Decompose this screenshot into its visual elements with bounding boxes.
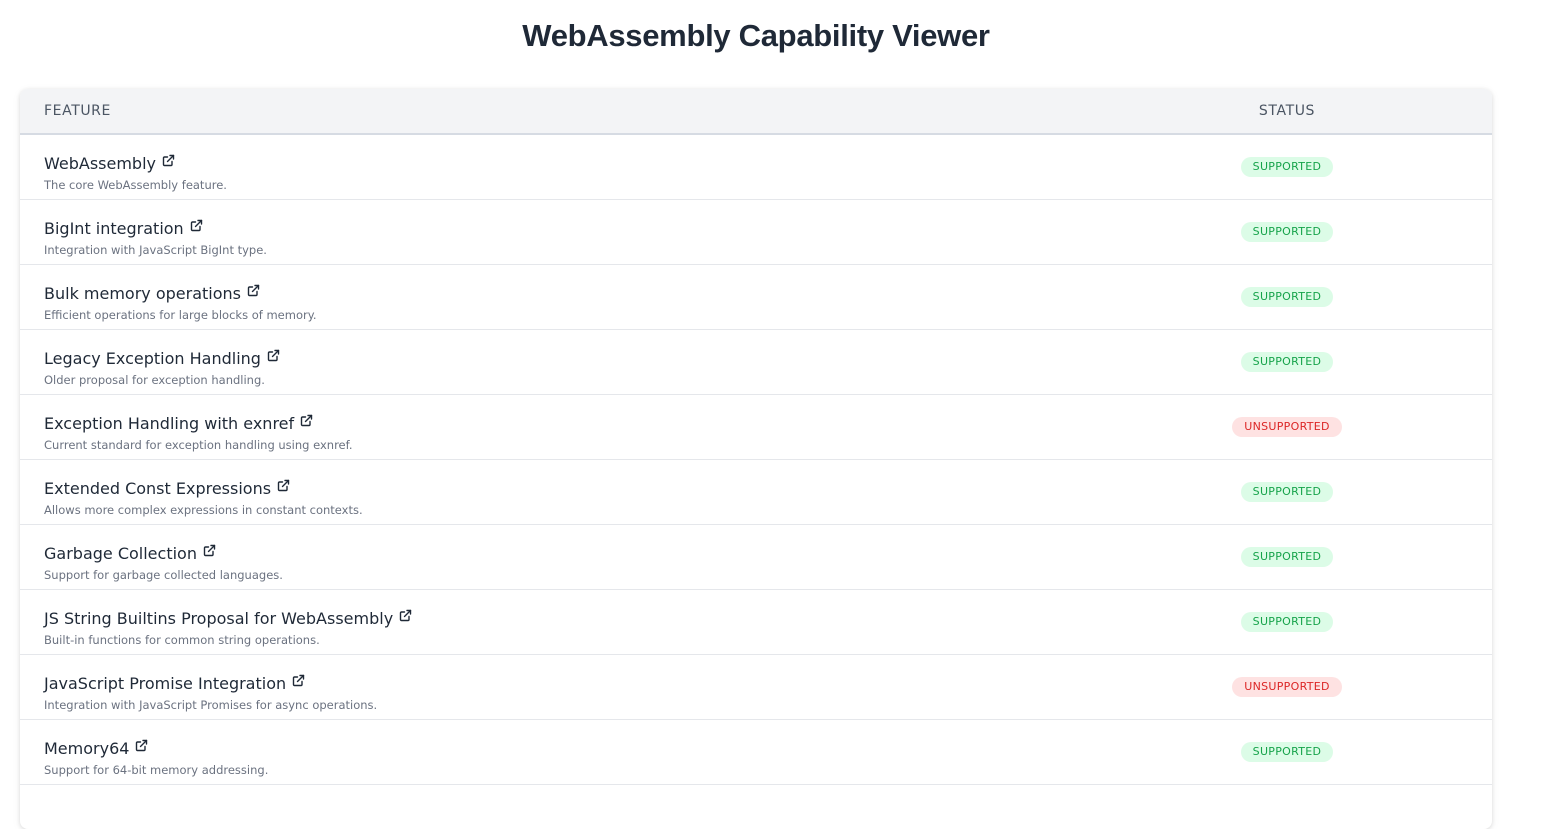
feature-description: The core WebAssembly feature.: [44, 178, 227, 192]
external-link-icon[interactable]: [190, 219, 203, 232]
status-cell: UNSUPPORTED: [1187, 655, 1387, 719]
table-row: JavaScript Promise Integration Integratio…: [20, 655, 1492, 720]
status-cell: SUPPORTED: [1187, 200, 1387, 264]
feature-link[interactable]: Extended Const Expressions: [44, 479, 290, 498]
status-cell: SUPPORTED: [1187, 265, 1387, 329]
table-row: Exception Handling with exnref Current st…: [20, 395, 1492, 460]
feature-description: Integration with JavaScript Promises for…: [44, 698, 378, 712]
table-row: Legacy Exception Handling Older proposal …: [20, 330, 1492, 395]
column-header-feature: FEATURE: [44, 103, 111, 119]
external-link-icon[interactable]: [247, 284, 260, 297]
feature-link[interactable]: JavaScript Promise Integration: [44, 674, 305, 693]
status-badge: SUPPORTED: [1240, 742, 1334, 762]
feature-description: Integration with JavaScript BigInt type.: [44, 243, 267, 257]
status-cell: SUPPORTED: [1187, 135, 1387, 199]
feature-name: Legacy Exception Handling: [44, 349, 261, 368]
status-badge: SUPPORTED: [1240, 482, 1334, 502]
feature-link[interactable]: Exception Handling with exnref: [44, 414, 313, 433]
external-link-icon[interactable]: [203, 544, 216, 557]
feature-link[interactable]: JS String Builtins Proposal for WebAssem…: [44, 609, 412, 628]
status-badge: UNSUPPORTED: [1232, 677, 1342, 697]
feature-description: Support for 64-bit memory addressing.: [44, 763, 269, 777]
feature-name: Bulk memory operations: [44, 284, 242, 303]
table-body: WebAssembly The core WebAssembly feature.…: [20, 135, 1492, 785]
status-badge: SUPPORTED: [1240, 612, 1334, 632]
table-row: JS String Builtins Proposal for WebAssem…: [20, 590, 1492, 655]
status-cell: SUPPORTED: [1187, 590, 1387, 654]
external-link-icon[interactable]: [277, 479, 290, 492]
external-link-icon[interactable]: [399, 609, 412, 622]
status-badge: SUPPORTED: [1240, 547, 1334, 567]
feature-name: Memory64: [44, 739, 130, 758]
status-cell: SUPPORTED: [1187, 720, 1387, 784]
external-link-icon[interactable]: [292, 674, 305, 687]
feature-name: JavaScript Promise Integration: [44, 674, 287, 693]
table-row: Bulk memory operations Efficient operatio…: [20, 265, 1492, 330]
feature-link[interactable]: BigInt integration: [44, 219, 203, 238]
feature-description: Allows more complex expressions in const…: [44, 503, 363, 517]
feature-name: BigInt integration: [44, 219, 184, 238]
status-cell: SUPPORTED: [1187, 525, 1387, 589]
feature-description: Current standard for exception handling …: [44, 438, 353, 452]
external-link-icon[interactable]: [162, 154, 175, 167]
feature-name: WebAssembly: [44, 154, 156, 173]
status-cell: SUPPORTED: [1187, 330, 1387, 394]
status-badge: SUPPORTED: [1240, 157, 1334, 177]
table-row: BigInt integration Integration with JavaS…: [20, 200, 1492, 265]
feature-description: Older proposal for exception handling.: [44, 373, 265, 387]
feature-link[interactable]: WebAssembly: [44, 154, 175, 173]
status-badge: SUPPORTED: [1240, 287, 1334, 307]
feature-description: Efficient operations for large blocks of…: [44, 308, 317, 322]
feature-link[interactable]: Memory64: [44, 739, 148, 758]
feature-name: Extended Const Expressions: [44, 479, 272, 498]
feature-description: Built-in functions for common string ope…: [44, 633, 320, 647]
feature-name: Exception Handling with exnref: [44, 414, 295, 433]
feature-link[interactable]: Legacy Exception Handling: [44, 349, 280, 368]
table-row: WebAssembly The core WebAssembly feature.…: [20, 135, 1492, 200]
column-header-status: STATUS: [1258, 103, 1316, 119]
external-link-icon[interactable]: [267, 349, 280, 362]
feature-link[interactable]: Bulk memory operations: [44, 284, 260, 303]
table-header: FEATURE STATUS: [20, 89, 1492, 135]
feature-link[interactable]: Garbage Collection: [44, 544, 216, 563]
table-row: Garbage Collection Support for garbage co…: [20, 525, 1492, 590]
status-badge: UNSUPPORTED: [1232, 417, 1342, 437]
feature-name: JS String Builtins Proposal for WebAssem…: [44, 609, 394, 628]
table-row: Extended Const Expressions Allows more co…: [20, 460, 1492, 525]
capability-table: FEATURE STATUS WebAssembly The core WebAs…: [20, 89, 1492, 829]
feature-description: Support for garbage collected languages.: [44, 568, 283, 582]
table-row: Memory64 Support for 64-bit memory addres…: [20, 720, 1492, 785]
external-link-icon[interactable]: [135, 739, 148, 752]
status-badge: SUPPORTED: [1240, 352, 1334, 372]
status-cell: SUPPORTED: [1187, 460, 1387, 524]
status-cell: UNSUPPORTED: [1187, 395, 1387, 459]
external-link-icon[interactable]: [300, 414, 313, 427]
feature-name: Garbage Collection: [44, 544, 197, 563]
status-badge: SUPPORTED: [1240, 222, 1334, 242]
page-title: WebAssembly Capability Viewer: [522, 18, 990, 53]
